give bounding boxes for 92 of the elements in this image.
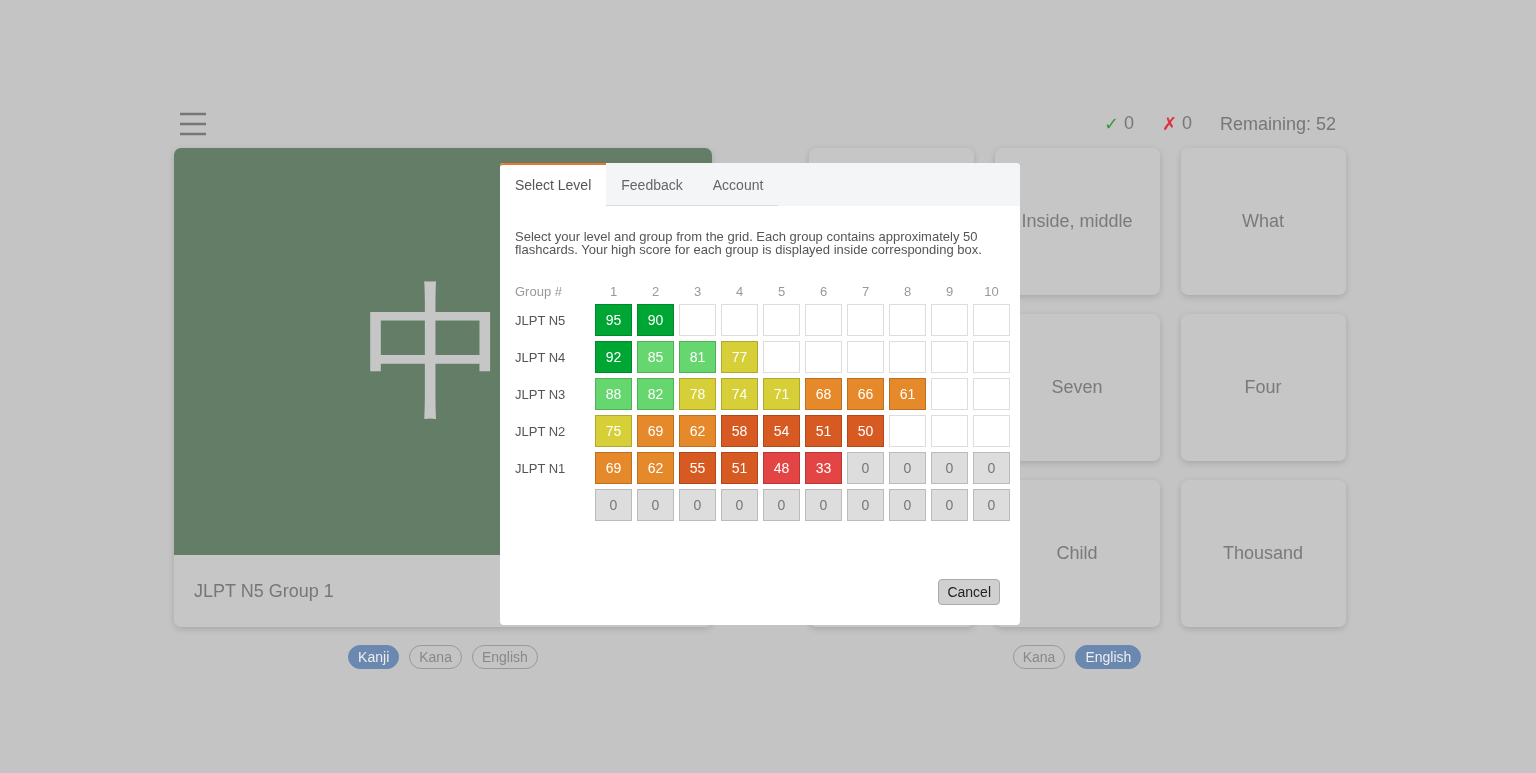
score-box[interactable]: 61 [889,378,926,410]
answer-card[interactable]: Thousand [1180,480,1346,627]
empty-group-box[interactable] [931,341,968,373]
score-box[interactable]: 0 [805,489,842,521]
empty-group-box[interactable] [931,415,968,447]
cross-mark: ✗ [1161,113,1177,135]
score-box[interactable]: 88 [595,378,632,410]
kanji-character: 中 [362,277,510,426]
score-box[interactable]: 0 [931,489,968,521]
card-caption: JLPT N5 Group 1 [194,580,334,602]
score-box[interactable]: 62 [679,415,716,447]
score-box[interactable]: 68 [805,378,842,410]
mode-toggle[interactable]: English [1075,645,1142,669]
mode-toggle[interactable]: Kanji [348,645,400,669]
wrong-count: 0 [1181,113,1192,135]
score-box[interactable]: 95 [595,304,632,336]
score-box[interactable]: 74 [721,378,758,410]
score-box[interactable]: 54 [763,415,800,447]
score-box[interactable]: 0 [637,489,674,521]
score-box[interactable]: 0 [595,489,632,521]
score-box[interactable]: 0 [847,489,884,521]
score-box[interactable]: 51 [721,452,758,484]
empty-group-box[interactable] [763,341,800,373]
score-box[interactable]: 75 [595,415,632,447]
column-header: 8 [902,284,913,299]
score-box[interactable]: 71 [763,378,800,410]
score-box[interactable]: 58 [721,415,758,447]
menu-icon[interactable] [180,112,206,136]
dialog-tab[interactable]: Select Level [500,163,607,206]
empty-group-box[interactable] [889,341,926,373]
column-header: 5 [776,284,787,299]
empty-group-box[interactable] [847,341,884,373]
empty-group-box[interactable] [973,415,1010,447]
score-box[interactable]: 81 [679,341,716,373]
cancel-button[interactable]: Cancel [938,579,1000,605]
column-header: 2 [650,284,661,299]
score-box[interactable]: 0 [721,489,758,521]
score-box[interactable]: 85 [637,341,674,373]
score-box[interactable]: 77 [721,341,758,373]
column-header: 4 [734,284,745,299]
empty-group-box[interactable] [973,341,1010,373]
empty-group-box[interactable] [721,304,758,336]
empty-group-box[interactable] [973,304,1010,336]
level-label: JLPT N4 [515,349,567,365]
score-box[interactable]: 69 [637,415,674,447]
score-box[interactable]: 51 [805,415,842,447]
answer-card[interactable]: What [1180,148,1346,295]
score-box[interactable]: 0 [889,452,926,484]
score-box[interactable]: 82 [637,378,674,410]
score-box[interactable]: 0 [679,489,716,521]
score-box[interactable]: 92 [595,341,632,373]
empty-group-box[interactable] [763,304,800,336]
level-label: JLPT N1 [515,460,567,476]
score-box[interactable]: 78 [679,378,716,410]
correct-count: 0 [1123,113,1134,135]
column-header: 7 [860,284,871,299]
score-box[interactable]: 33 [805,452,842,484]
score-box[interactable]: 66 [847,378,884,410]
empty-group-box[interactable] [805,341,842,373]
score-box[interactable]: 50 [847,415,884,447]
column-header: Group # [515,284,563,299]
empty-group-box[interactable] [847,304,884,336]
dialog-tab[interactable]: Feedback [606,163,698,206]
score-box[interactable]: 0 [763,489,800,521]
score-box[interactable]: 0 [973,489,1010,521]
answer-card[interactable]: Four [1180,314,1346,461]
empty-group-box[interactable] [889,304,926,336]
score-box[interactable]: 0 [931,452,968,484]
score-box[interactable]: 0 [889,489,926,521]
level-label: JLPT N5 [515,312,567,328]
score-box[interactable]: 62 [637,452,674,484]
empty-group-box[interactable] [679,304,716,336]
score-box[interactable]: 69 [595,452,632,484]
column-header: 9 [944,284,955,299]
empty-group-box[interactable] [805,304,842,336]
empty-group-box[interactable] [931,378,968,410]
empty-group-box[interactable] [889,415,926,447]
score-box[interactable]: 55 [679,452,716,484]
remaining-count: Remaining: 52 [1219,113,1336,135]
score-box[interactable]: 0 [973,452,1010,484]
column-header: 1 [608,284,619,299]
column-header: 3 [692,284,703,299]
score-box[interactable]: 48 [763,452,800,484]
column-header: 6 [818,284,829,299]
score-box[interactable]: 90 [637,304,674,336]
level-label: JLPT N2 [515,423,567,439]
empty-group-box[interactable] [973,378,1010,410]
check-mark: ✓ [1103,113,1119,135]
level-label: JLPT N3 [515,386,567,402]
score-box[interactable]: 0 [847,452,884,484]
empty-group-box[interactable] [931,304,968,336]
dialog-tab[interactable]: Account [697,163,779,206]
